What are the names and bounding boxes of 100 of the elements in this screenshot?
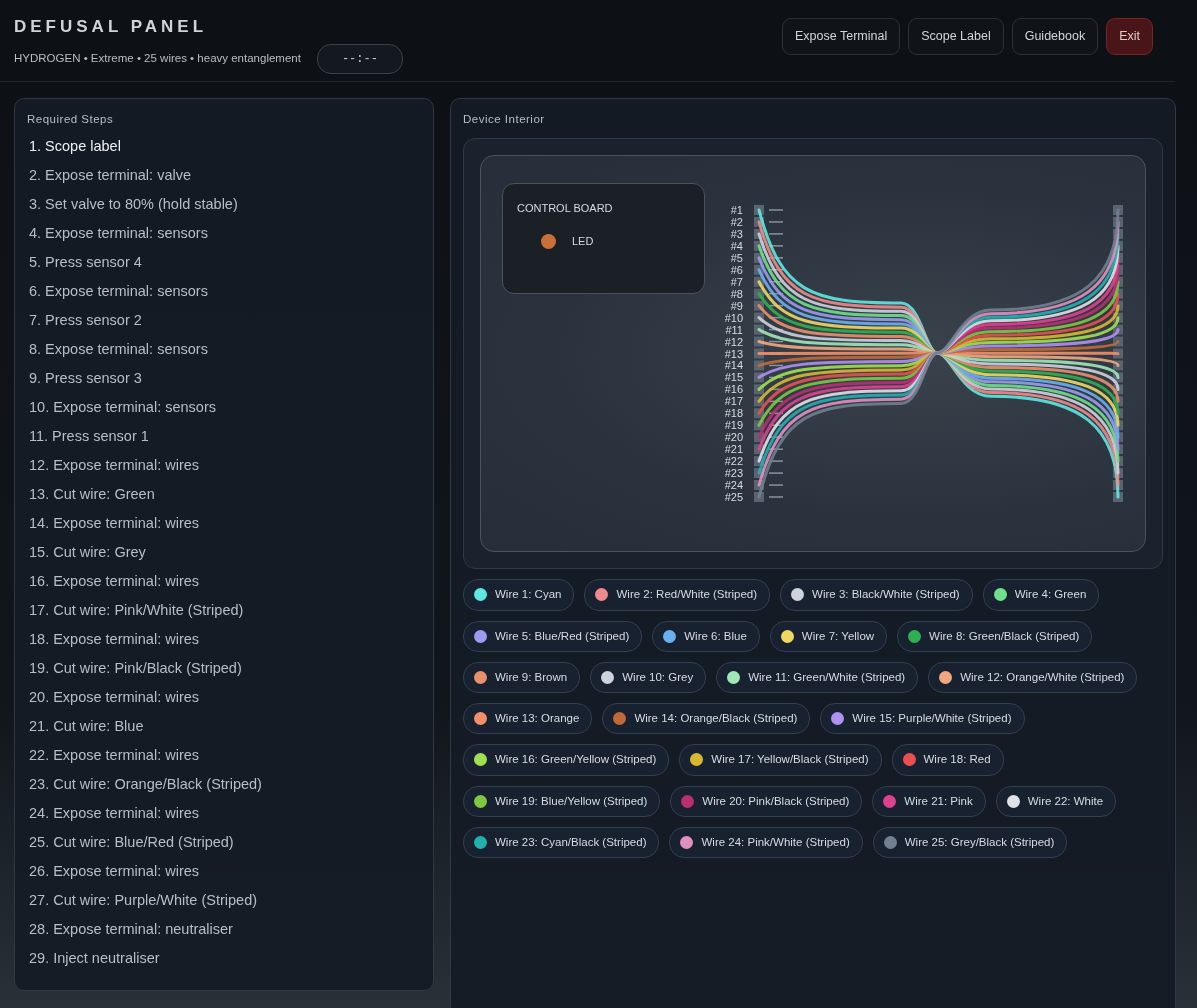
pin-label: #12 [724,335,743,348]
pin-label: #24 [724,479,743,492]
pin-label: #18 [724,407,743,420]
step-item: 20. Expose terminal: wires [28,688,201,708]
steps-heading: Required Steps [27,112,115,127]
step-item: 7. Press sensor 2 [28,311,143,331]
wire-chip[interactable]: Wire 4: Green [982,579,1100,611]
pin-label: #1 [730,204,743,217]
step-item: 18. Expose terminal: wires [28,630,201,650]
wire-chip[interactable]: Wire 22: White [995,785,1117,817]
step-item: 17. Cut wire: Pink/White (Striped) [28,601,245,621]
action-button[interactable]: Guidebook [1011,18,1099,55]
pin-label: #13 [724,347,743,360]
wire-chip[interactable]: Wire 24: Pink/White (Striped) [669,826,863,858]
wire-label: Wire 21: Pink [904,793,973,809]
device-heading: Device Interior [463,112,546,127]
wire-chip[interactable]: Wire 7: Yellow [769,620,888,652]
step-item: 4. Expose terminal: sensors [28,224,209,244]
step-item: 21. Cut wire: Blue [28,717,145,737]
wire-label: Wire 11: Green/White (Striped) [748,669,906,685]
step-item: 9. Press sensor 3 [28,369,143,389]
pin-label: #19 [724,419,743,432]
step-item: 25. Cut wire: Blue/Red (Striped) [28,833,235,853]
step-item: 28. Expose terminal: neutraliser [28,920,234,940]
wire-chip[interactable]: Wire 20: Pink/Black (Striped) [670,785,863,817]
led-label: LED [572,233,594,249]
bomb-summary: HYDROGEN • Extreme • 25 wires • heavy entanglement [14,50,301,66]
step-item: 12. Expose terminal: wires [28,456,201,476]
step-item: 8. Expose terminal: sensors [28,340,209,360]
wire-label: Wire 3: Black/White (Striped) [812,587,960,603]
pin-label: #4 [730,240,743,253]
step-item: 29. Inject neutraliser [28,949,161,969]
wire-label: Wire 2: Red/White (Striped) [616,587,758,603]
action-button[interactable]: Scope Label [908,18,1004,55]
step-item: 11. Press sensor 1 [28,427,150,447]
wire-chip[interactable]: Wire 10: Grey [590,661,707,693]
wire-chip[interactable]: Wire 5: Blue/Red (Striped) [463,620,643,652]
action-button[interactable]: Expose Terminal [782,18,901,55]
wire-label: Wire 13: Orange [495,711,580,726]
wire-label: Wire 9: Brown [495,669,568,685]
pin-label: #2 [730,216,743,229]
wire-chip[interactable]: Wire 19: Blue/Yellow (Striped) [463,785,661,817]
wire-label: Wire 5: Blue/Red (Striped) [495,628,630,644]
wire-chip[interactable]: Wire 16: Green/Yellow (Striped) [463,744,670,776]
wire-label: Wire 4: Green [1014,587,1087,603]
step-item: 13. Cut wire: Green [28,485,156,505]
panel-title: DEFUSAL PANEL [14,16,209,38]
wire-chip[interactable]: Wire 25: Grey/Black (Striped) [872,826,1068,858]
step-item: 27. Cut wire: Purple/White (Striped) [28,891,259,911]
wire-label: Wire 25: Grey/Black (Striped) [904,834,1055,850]
wire-chip[interactable]: Wire 8: Green/Black (Striped) [897,620,1093,652]
wire-label: Wire 19: Blue/Yellow (Striped) [495,793,648,809]
pin-label: #16 [724,383,743,396]
step-item: 2. Expose terminal: valve [28,166,192,186]
step-item: 14. Expose terminal: wires [28,514,201,534]
wire-label: Wire 24: Pink/White (Striped) [701,834,850,850]
wire-chip[interactable]: Wire 12: Orange/White (Striped) [928,661,1138,693]
wire-chip[interactable]: Wire 23: Cyan/Black (Striped) [463,826,660,858]
wire-chip[interactable]: Wire 18: Red [891,744,1004,776]
wire-chip[interactable]: Wire 9: Brown [463,661,581,693]
step-item: 6. Expose terminal: sensors [28,282,209,302]
pin-label: #25 [724,491,743,504]
wire-chip[interactable]: Wire 15: Purple/White (Striped) [820,703,1025,735]
pin-label: #8 [730,287,743,300]
step-item: 24. Expose terminal: wires [28,804,201,824]
pin-label: #23 [724,467,743,480]
wire-chip[interactable]: Wire 2: Red/White (Striped) [584,579,771,611]
step-item: 22. Expose terminal: wires [28,746,201,766]
wire-label: Wire 23: Cyan/Black (Striped) [495,834,647,850]
exit-button[interactable]: Exit [1106,18,1153,55]
wire-chip[interactable]: Wire 1: Cyan [463,579,575,611]
wire-label: Wire 20: Pink/Black (Striped) [702,793,850,809]
pin-label: #3 [730,228,743,241]
wire-chip[interactable]: Wire 13: Orange [463,703,593,735]
wire-label: Wire 10: Grey [622,669,694,685]
pin-label: #20 [724,431,743,444]
wire-chip[interactable]: Wire 3: Black/White (Striped) [780,579,973,611]
step-item: 10. Expose terminal: sensors [28,398,217,418]
pin-label: #15 [724,371,743,384]
pin-label: #14 [724,359,743,372]
pin-label: #7 [730,276,743,288]
wire-label: Wire 12: Orange/White (Striped) [960,669,1125,685]
control-board-title: CONTROL BOARD [517,201,614,217]
step-item: 23. Cut wire: Orange/Black (Striped) [28,775,263,795]
wire-chip[interactable]: Wire 11: Green/White (Striped) [716,661,919,693]
step-item: 26. Expose terminal: wires [28,862,201,882]
wire-chip[interactable]: Wire 17: Yellow/Black (Striped) [679,744,882,776]
wire-label: Wire 14: Orange/Black (Striped) [634,711,798,726]
wire-chip[interactable]: Wire 21: Pink [872,785,986,817]
pin-label: #10 [724,311,743,324]
wire-label: Wire 6: Blue [684,628,747,644]
pin-label: #11 [725,323,743,336]
wire-label: Wire 8: Green/Black (Striped) [929,628,1080,644]
step-item: 19. Cut wire: Pink/Black (Striped) [28,659,243,679]
wire-chip[interactable]: Wire 14: Orange/Black (Striped) [602,703,811,735]
step-item: 3. Set valve to 80% (hold stable) [28,195,239,215]
wire-label: Wire 22: White [1027,793,1104,809]
wire-label: Wire 15: Purple/White (Striped) [852,711,1012,726]
step-item: 16. Expose terminal: wires [28,572,201,592]
wire-chip[interactable]: Wire 6: Blue [652,620,760,652]
